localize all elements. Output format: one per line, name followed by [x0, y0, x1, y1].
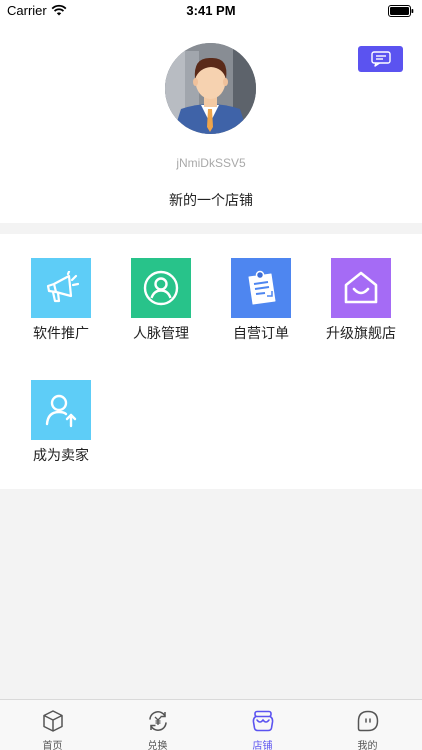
tab-exchange[interactable]: 兑换 [105, 700, 210, 750]
status-bar: Carrier 3:41 PM [0, 0, 422, 22]
menu-item-become-seller[interactable]: 成为卖家 [11, 356, 111, 463]
message-button[interactable] [358, 46, 403, 72]
tab-label: 我的 [357, 741, 378, 750]
person-circle-icon [131, 258, 191, 318]
menu-item-contacts-management[interactable]: 人脉管理 [111, 234, 211, 341]
store-house-icon [331, 258, 391, 318]
status-time: 3:41 PM [186, 3, 236, 18]
exchange-icon [149, 711, 167, 731]
battery-icon [388, 5, 414, 17]
menu-item-upgrade-flagship[interactable]: 升级旗舰店 [311, 234, 411, 341]
tab-label: 兑换 [147, 741, 168, 750]
avatar-image [165, 43, 256, 134]
profile-header: jNmiDkSSV5 新的一个店铺 [0, 22, 422, 223]
username: jNmiDkSSV5 [176, 156, 246, 170]
tab-label: 店铺 [252, 741, 273, 750]
face-icon [357, 710, 379, 732]
menu-item-self-orders[interactable]: 自营订单 [211, 234, 311, 341]
avatar[interactable] [165, 43, 256, 134]
menu-item-label: 自营订单 [233, 325, 289, 341]
menu-item-label: 软件推广 [33, 325, 89, 341]
clipboard-icon [231, 258, 291, 318]
tab-profile[interactable]: 我的 [315, 700, 420, 750]
tab-label: 首页 [42, 741, 63, 750]
person-upload-icon [31, 380, 91, 440]
chat-bubble-icon [370, 51, 391, 67]
megaphone-icon [31, 258, 91, 318]
shop-jar-icon [252, 710, 274, 732]
feature-grid: 软件推广 人脉管理 自营订单 升级旗舰店 成为卖家 [0, 234, 422, 489]
tab-home[interactable]: 首页 [0, 700, 105, 750]
menu-item-label: 升级旗舰店 [326, 325, 396, 341]
menu-item-label: 成为卖家 [33, 447, 89, 463]
shop-name: 新的一个店铺 [169, 192, 253, 208]
menu-item-label: 人脉管理 [133, 325, 189, 341]
bottom-tab-bar: 首页 兑换 店铺 我的 [0, 699, 422, 750]
menu-item-software-promotion[interactable]: 软件推广 [11, 234, 111, 341]
tab-shop[interactable]: 店铺 [210, 700, 315, 750]
cube-icon [43, 710, 63, 732]
